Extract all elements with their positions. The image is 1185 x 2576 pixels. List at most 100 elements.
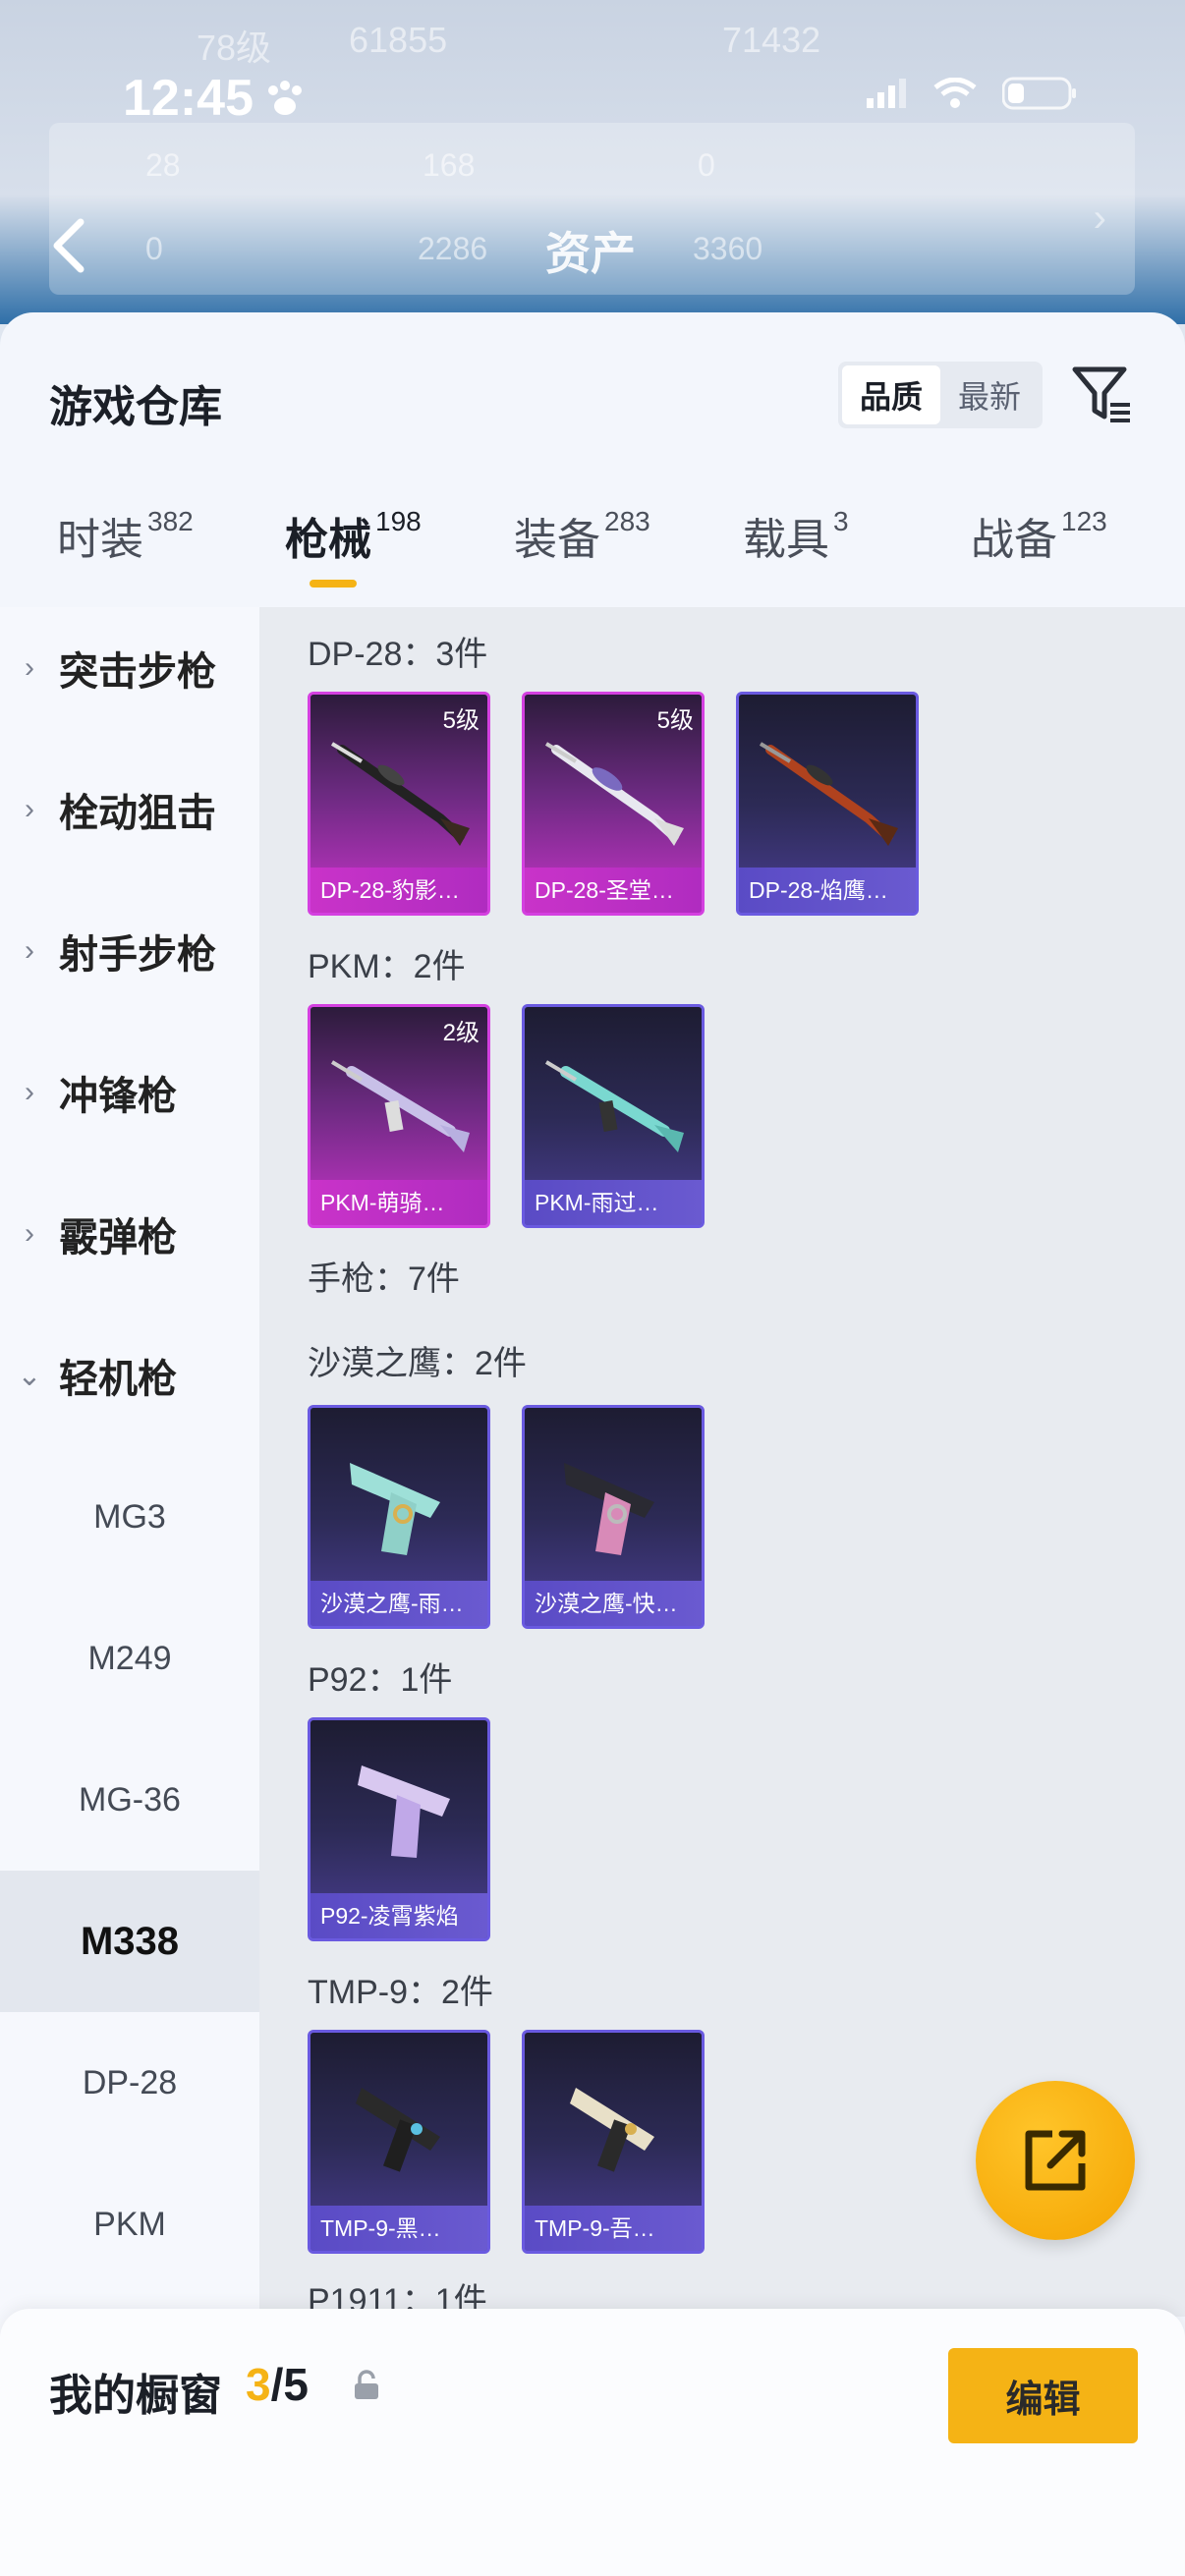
group-title: PKM：2件	[308, 948, 466, 985]
sidebar-item-label: 轻机枪	[59, 1358, 177, 1401]
battery-icon	[1002, 77, 1076, 110]
sidebar-item-bolt-sniper[interactable]: › 栓动狙击	[0, 739, 259, 880]
share-icon	[1025, 2130, 1086, 2191]
level-badge: 5级	[656, 707, 694, 734]
chevron-right-icon: ›	[25, 793, 34, 825]
tab-label: 时装	[57, 516, 143, 564]
weapon-card[interactable]: 沙漠之鹰-雨…	[308, 1405, 490, 1629]
tab-vehicles[interactable]: 载具 3	[743, 504, 849, 567]
sidebar-subitem-m338[interactable]: M338	[0, 1871, 259, 2012]
sidebar-subitem-mg3[interactable]: MG3	[0, 1446, 259, 1588]
sidebar-item-assault-rifle[interactable]: › 突击步枪	[0, 597, 259, 739]
tab-label: 载具	[743, 516, 829, 564]
ghost-stat: 0	[145, 231, 163, 266]
weapon-card[interactable]: 5级 DP-28-豹影…	[308, 692, 490, 916]
weapon-card[interactable]: DP-28-焰鹰…	[736, 692, 919, 916]
tab-label: 枪械	[285, 516, 371, 564]
ghost-score: 61855	[349, 20, 448, 60]
sidebar-item-lmg[interactable]: ⌄ 轻机枪	[0, 1305, 259, 1446]
sheet-title: 游戏仓库	[49, 383, 222, 431]
weapon-name: TMP-9-黑…	[310, 2206, 487, 2251]
weapon-card[interactable]: 5级 DP-28-圣堂…	[522, 692, 705, 916]
machine-gun-icon	[759, 742, 898, 846]
tab-fashion[interactable]: 时装 382	[57, 504, 194, 567]
level-badge: 2级	[442, 1020, 480, 1046]
ghost-stat: 2286	[418, 231, 488, 266]
weapon-name: TMP-9-吾…	[525, 2206, 702, 2251]
weapon-card[interactable]: 沙漠之鹰-快…	[522, 1405, 705, 1629]
weapon-card[interactable]: 2级 PKM-萌骑…	[308, 1004, 490, 1228]
chevron-right-icon: ›	[1093, 196, 1106, 240]
machine-gun-icon	[544, 1060, 684, 1152]
edit-button[interactable]: 编辑	[948, 2348, 1138, 2443]
sidebar-subitem-pkm[interactable]: PKM	[0, 2154, 259, 2295]
pistol-icon	[564, 1463, 654, 1555]
weapon-grid: DP-28：3件 5级 DP-28-豹影… 5级 DP-28-圣堂… DP-28…	[259, 607, 1185, 2320]
tab-count: 3	[833, 506, 849, 536]
sidebar-item-label: 突击步枪	[59, 650, 216, 694]
status-time: 12:45	[123, 70, 254, 127]
tab-count: 382	[147, 506, 194, 536]
tab-label: 战备	[971, 516, 1057, 564]
weapon-name: PKM-雨过…	[525, 1180, 702, 1225]
category-tabs: 时装 382 枪械 198 装备 283 载具 3 战备 123	[0, 504, 1185, 602]
sidebar-item-label: 栓动狙击	[59, 792, 216, 835]
weapon-name: 沙漠之鹰-雨…	[310, 1581, 487, 1626]
pistol-icon	[350, 1463, 440, 1555]
weapon-card[interactable]: TMP-9-黑…	[308, 2030, 490, 2254]
sort-by-quality[interactable]: 品质	[842, 365, 940, 424]
weapon-card[interactable]: TMP-9-吾…	[522, 2030, 705, 2254]
sidebar-item-label: 射手步枪	[59, 933, 216, 977]
weapon-name: DP-28-豹影…	[310, 868, 487, 913]
showcase-label: 我的橱窗	[49, 2372, 222, 2420]
pistol-icon	[358, 1765, 450, 1858]
weapon-name: DP-28-焰鹰…	[739, 868, 916, 913]
ghost-level: 78级	[197, 28, 272, 68]
weapon-name: PKM-萌骑…	[310, 1180, 487, 1225]
group-title: 沙漠之鹰：2件	[308, 1345, 527, 1382]
group-title: 手枪：7件	[308, 1260, 460, 1298]
weapon-card[interactable]: P92-凌霄紫焰	[308, 1717, 490, 1941]
showcase-total: /5	[270, 2359, 309, 2410]
chevron-down-icon: ⌄	[17, 1359, 42, 1392]
tab-count: 283	[604, 506, 650, 536]
sort-toggle: 品质 最新	[838, 362, 1043, 428]
tab-label: 装备	[514, 516, 600, 564]
sidebar-subitem-mg36[interactable]: MG-36	[0, 1729, 259, 1871]
weapon-card[interactable]: PKM-雨过…	[522, 1004, 705, 1228]
sidebar-subitem-m249[interactable]: M249	[0, 1588, 259, 1729]
tab-equipment[interactable]: 装备 283	[514, 504, 650, 567]
smg-icon	[356, 2088, 440, 2172]
sort-by-newest[interactable]: 最新	[940, 365, 1039, 424]
sidebar-subitem-dp28[interactable]: DP-28	[0, 2012, 259, 2154]
smg-icon	[570, 2088, 654, 2172]
weapon-sidebar: › 突击步枪 › 栓动狙击 › 射手步枪 › 冲锋枪 › 霰弹枪 ⌄ 轻机枪 M…	[0, 607, 259, 2572]
weapon-name: P92-凌霄紫焰	[310, 1893, 487, 1938]
weapon-name: 沙漠之鹰-快…	[525, 1581, 702, 1626]
sidebar-item-label: 霰弹枪	[59, 1216, 177, 1260]
ghost-stat: 3360	[693, 231, 763, 266]
tab-tactical[interactable]: 战备 123	[971, 504, 1107, 567]
showcase-bar: 我的橱窗 3/5 编辑	[0, 2309, 1185, 2576]
back-arrow-icon[interactable]	[47, 216, 90, 275]
chevron-right-icon: ›	[25, 934, 34, 967]
status-icons	[867, 77, 1077, 110]
weapon-name: DP-28-圣堂…	[525, 868, 702, 913]
showcase-count: 3/5	[246, 2358, 309, 2411]
group-title: DP-28：3件	[308, 636, 488, 673]
signal-icon	[867, 79, 906, 108]
tab-count: 198	[375, 506, 422, 536]
chevron-right-icon: ›	[25, 1217, 34, 1250]
filter-icon[interactable]	[1071, 364, 1134, 426]
ghost-score-2: 71432	[722, 20, 821, 60]
tab-firearms[interactable]: 枪械 198	[285, 504, 422, 567]
sidebar-item-shotgun[interactable]: › 霰弹枪	[0, 1163, 259, 1305]
sidebar-item-smg[interactable]: › 冲锋枪	[0, 1022, 259, 1163]
warehouse-sheet: 游戏仓库 品质 最新 时装 382 枪械 198 装备 283 载具 3 战备 …	[0, 312, 1185, 2576]
group-title: TMP-9：2件	[308, 1974, 493, 2011]
sidebar-item-marksman-rifle[interactable]: › 射手步枪	[0, 880, 259, 1022]
page-title: 资产	[545, 228, 636, 279]
wifi-icon	[933, 78, 977, 108]
active-tab-indicator	[310, 580, 357, 588]
share-button[interactable]	[976, 2081, 1135, 2240]
